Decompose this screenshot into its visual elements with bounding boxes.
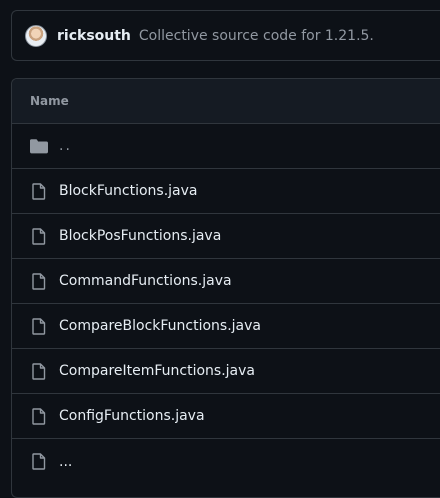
file-row[interactable]: CommandFunctions.java (12, 259, 440, 304)
file-table: Name .. BlockFunctions.java BlockPosFunc… (11, 78, 440, 498)
file-row[interactable]: ConfigFunctions.java (12, 394, 440, 439)
file-icon (30, 407, 48, 425)
file-link[interactable]: CommandFunctions.java (59, 273, 232, 289)
file-link[interactable]: ConfigFunctions.java (59, 408, 205, 424)
more-files-row[interactable]: ... (12, 439, 440, 484)
file-row[interactable]: BlockFunctions.java (12, 169, 440, 214)
parent-directory-row[interactable]: .. (12, 124, 440, 169)
file-link[interactable]: CompareItemFunctions.java (59, 363, 255, 379)
file-icon (30, 453, 48, 471)
latest-commit-bar: ricksouth Collective source code for 1.2… (11, 10, 440, 61)
file-link[interactable]: BlockFunctions.java (59, 183, 198, 199)
file-icon (30, 182, 48, 200)
file-icon (30, 227, 48, 245)
file-icon (30, 272, 48, 290)
folder-icon (30, 137, 48, 155)
file-row[interactable]: CompareItemFunctions.java (12, 349, 440, 394)
file-link[interactable]: BlockPosFunctions.java (59, 228, 221, 244)
file-row[interactable]: CompareBlockFunctions.java (12, 304, 440, 349)
file-icon (30, 362, 48, 380)
commit-message[interactable]: Collective source code for 1.21.5. (139, 28, 374, 44)
file-link[interactable]: CompareBlockFunctions.java (59, 318, 261, 334)
file-icon (30, 317, 48, 335)
name-column-header: Name (12, 79, 440, 124)
author-avatar[interactable] (25, 24, 47, 47)
file-row[interactable]: BlockPosFunctions.java (12, 214, 440, 259)
commit-author[interactable]: ricksouth (57, 28, 131, 44)
more-files-link[interactable]: ... (59, 454, 72, 470)
parent-directory-link[interactable]: .. (59, 138, 72, 154)
